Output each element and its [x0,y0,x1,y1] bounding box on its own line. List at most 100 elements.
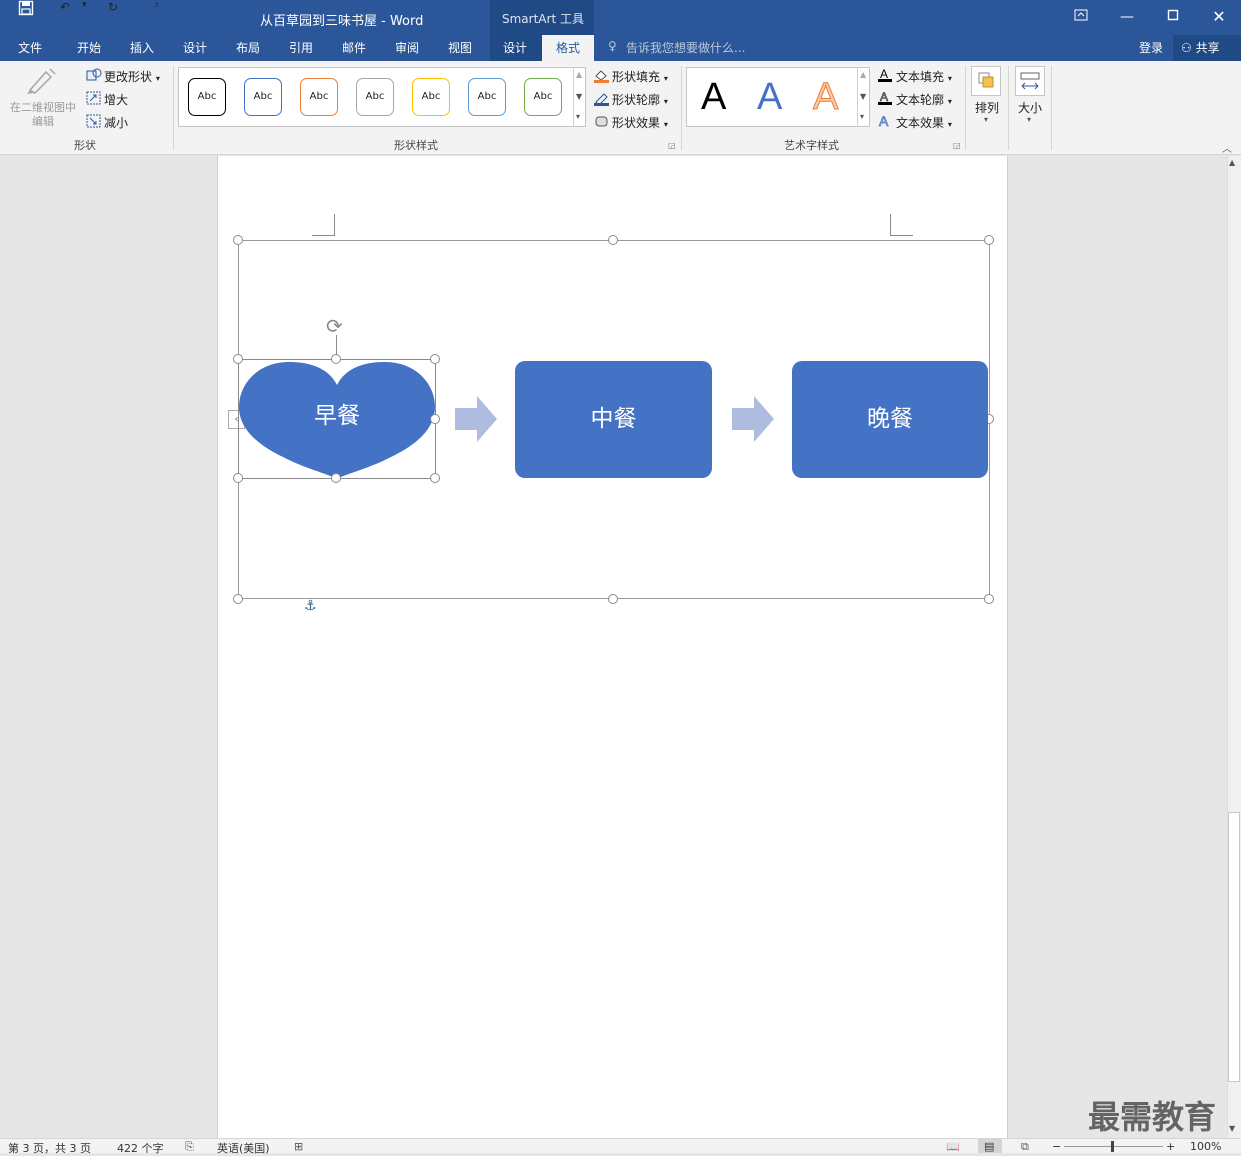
shapes-group-label: 形状 [74,139,96,152]
tab-smartart-design[interactable]: 设计 [503,39,527,56]
wordart-style-orange[interactable]: A [812,76,838,119]
undo-dropdown-icon[interactable]: ▾ [82,0,87,10]
size-button[interactable]: 大小 [1018,99,1042,116]
gallery-down-icon[interactable]: ▼ [576,92,582,101]
tab-review[interactable]: 审阅 [395,39,419,56]
smartart-tools-label: SmartArt 工具 [502,12,584,26]
page-count[interactable]: 第 3 页，共 3 页 [8,1140,91,1156]
text-outline-button[interactable]: 文本轮廓 ▾ [896,91,952,108]
edit-in-2d-button[interactable]: 在二维视图中 编辑 [7,101,79,129]
text-effects-button[interactable]: 文本效果 ▾ [896,114,952,131]
change-shape-icon [86,68,102,85]
frame-handle[interactable] [608,235,618,245]
close-icon[interactable]: ✕ [1204,6,1234,28]
dropdown-icon: ▾ [947,74,952,83]
zoom-in-button[interactable]: + [1166,1140,1175,1153]
wordart-style-black[interactable]: A [701,76,726,119]
scroll-up-icon[interactable]: ▲ [1229,158,1235,167]
shape-style-3[interactable]: Abc [300,78,338,116]
shape-outline-button[interactable]: 形状轮廓 ▾ [612,91,668,108]
shape-fill-label: 形状填充 [612,70,661,84]
larger-button[interactable]: 增大 [104,91,128,108]
ribbon-display-options-icon[interactable] [1066,6,1096,28]
customize-quick-access-icon[interactable]: ⩡ [154,0,160,11]
shape-style-1[interactable]: Abc [188,78,226,116]
share-label: 共享 [1195,41,1220,55]
shape-styles-launcher-icon[interactable]: ◲ [668,141,676,150]
maximize-icon[interactable] [1158,6,1188,28]
tab-layout[interactable]: 布局 [236,39,260,56]
size-dropdown-icon[interactable]: ▾ [1027,115,1031,124]
text-fill-button[interactable]: 文本填充 ▾ [896,68,952,85]
zoom-out-button[interactable]: − [1052,1140,1061,1153]
frame-handle[interactable] [608,594,618,604]
wordart-up-icon[interactable]: ▲ [860,70,866,79]
shape-style-7[interactable]: Abc [524,78,562,116]
scroll-down-icon[interactable]: ▼ [1229,1124,1235,1133]
macro-icon[interactable]: ⊞ [294,1140,303,1153]
zoom-slider-thumb[interactable] [1111,1141,1114,1152]
tab-insert[interactable]: 插入 [130,39,154,56]
svg-text:A: A [880,90,888,104]
arrow-connector-2-fill [732,396,774,442]
wordart-launcher-icon[interactable]: ◲ [953,141,961,150]
change-shape-button[interactable]: 更改形状 ▾ [104,68,160,85]
wordart-down-icon[interactable]: ▼ [860,92,866,101]
share-button[interactable]: ⚇ 共享 [1173,35,1241,61]
arrow-connector-1-fill [455,396,497,442]
tab-file[interactable]: 文件 [18,39,42,56]
wordart-style-blue[interactable]: A [757,76,782,119]
shape-handle[interactable] [430,473,440,483]
language-indicator[interactable]: 英语(美国) [217,1140,270,1156]
login-link[interactable]: 登录 [1139,39,1163,56]
shape-style-5[interactable]: Abc [412,78,450,116]
tell-me-search[interactable]: 告诉我您想要做什么... [626,39,745,56]
shape-style-2[interactable]: Abc [244,78,282,116]
gallery-more-icon[interactable]: ▾ [576,112,580,121]
arrange-dropdown-icon[interactable]: ▾ [984,115,988,124]
dropdown-icon: ▾ [663,74,668,83]
shape-fill-button[interactable]: 形状填充 ▾ [612,68,668,85]
shape-effects-button[interactable]: 形状效果 ▾ [612,114,668,131]
print-layout-icon[interactable]: ▤ [984,1140,994,1153]
shape-handle[interactable] [233,473,243,483]
frame-handle[interactable] [984,235,994,245]
shape-handle[interactable] [331,354,341,364]
frame-handle[interactable] [233,594,243,604]
gallery-up-icon[interactable]: ▲ [576,70,582,79]
collapse-ribbon-icon[interactable]: ︿ [1222,140,1232,155]
shape-lunch[interactable]: 中餐 [515,361,712,478]
redo-icon[interactable]: ↻ [108,0,118,14]
zoom-level[interactable]: 100% [1190,1140,1221,1153]
shape-handle[interactable] [430,414,440,424]
shape-handle[interactable] [233,354,243,364]
rotate-handle-icon[interactable]: ⟳ [326,314,343,338]
tab-format[interactable]: 格式 [556,39,580,56]
tab-view[interactable]: 视图 [448,39,472,56]
tab-design[interactable]: 设计 [183,39,207,56]
anchor-icon: ⚓ [304,598,317,614]
web-layout-icon[interactable]: ⧉ [1021,1140,1029,1154]
arrange-button[interactable]: 排列 [975,99,999,116]
tab-references[interactable]: 引用 [289,39,313,56]
frame-handle[interactable] [233,235,243,245]
shape-handle[interactable] [331,473,341,483]
word-count[interactable]: 422 个字 [117,1140,164,1156]
save-icon[interactable] [18,0,34,19]
shape-style-6[interactable]: Abc [468,78,506,116]
scrollbar-thumb[interactable] [1228,812,1240,1082]
wordart-more-icon[interactable]: ▾ [860,112,864,121]
read-mode-icon[interactable]: 📖 [946,1140,960,1153]
proofing-icon[interactable]: ⎘ [185,1140,194,1154]
minimize-icon[interactable]: — [1112,6,1142,28]
shape-handle[interactable] [430,354,440,364]
smaller-button[interactable]: 减小 [104,114,128,131]
shape-dinner[interactable]: 晚餐 [792,361,988,478]
tab-home[interactable]: 开始 [77,39,101,56]
frame-handle[interactable] [984,594,994,604]
group-separator [965,66,966,150]
undo-icon[interactable]: ↶ [60,0,70,14]
shape-style-4[interactable]: Abc [356,78,394,116]
tab-mailings[interactable]: 邮件 [342,39,366,56]
arrange-icon [971,66,1001,96]
